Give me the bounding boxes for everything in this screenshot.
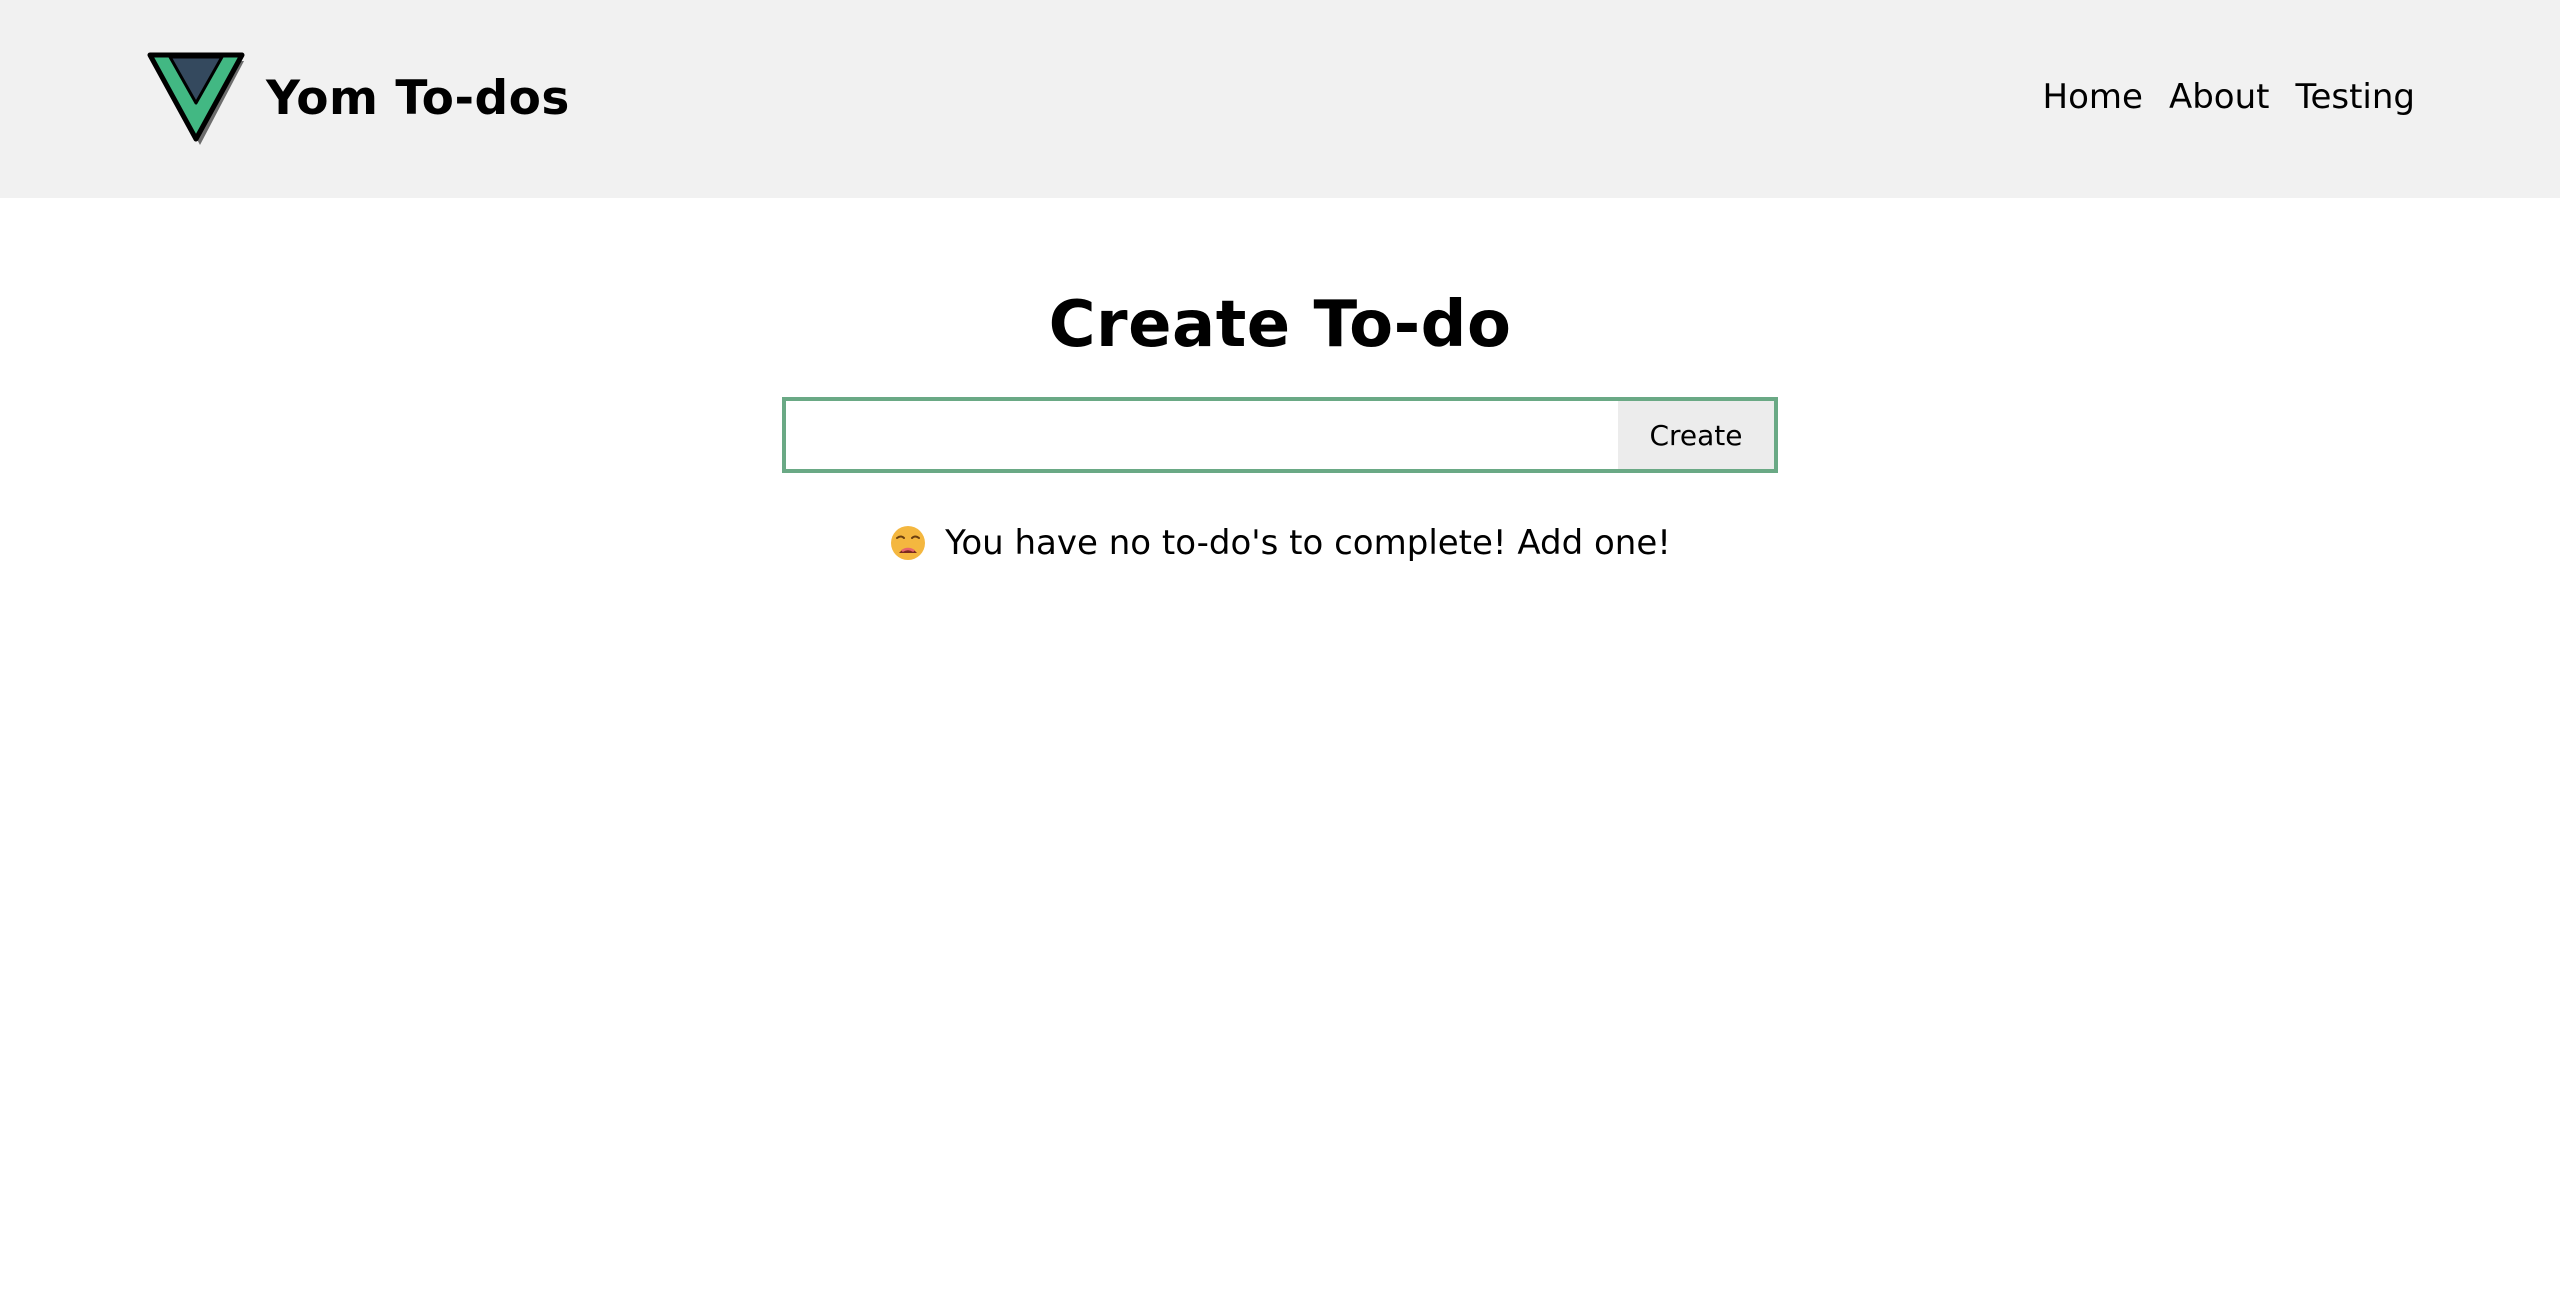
empty-state-text: You have no to-do's to complete! Add one…	[945, 523, 1671, 563]
todo-input[interactable]	[786, 401, 1618, 469]
create-todo-form: Create	[782, 397, 1778, 473]
header-bar: Yom To-dos Home About Testing	[0, 0, 2560, 198]
brand[interactable]: Yom To-dos	[146, 48, 570, 148]
vue-v-logo-icon	[146, 51, 246, 145]
app-title: Yom To-dos	[266, 70, 570, 126]
nav-testing-link[interactable]: Testing	[2295, 70, 2415, 124]
nav-about-link[interactable]: About	[2169, 70, 2270, 124]
create-button[interactable]: Create	[1618, 401, 1774, 469]
page-title: Create To-do	[1048, 288, 1512, 362]
top-nav: Home About Testing	[2043, 70, 2415, 124]
nav-home-link[interactable]: Home	[2043, 70, 2143, 124]
empty-state: You have no to-do's to complete! Add one…	[0, 518, 2560, 568]
weary-face-emoji-icon	[889, 524, 927, 562]
